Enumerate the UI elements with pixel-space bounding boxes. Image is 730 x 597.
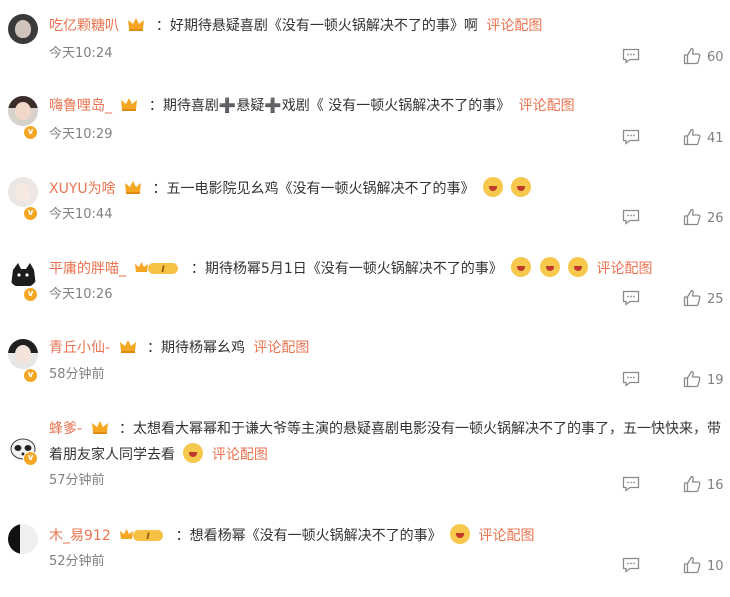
comment-icon[interactable] — [622, 48, 640, 64]
comment-image-link[interactable]: 评论配图 — [597, 261, 653, 277]
emoji-icon — [511, 177, 532, 197]
comment-image-link[interactable]: 评论配图 — [486, 18, 542, 34]
emoji-icon — [183, 443, 204, 463]
comment-time: 今天10:26 — [49, 287, 113, 302]
emoji-icon — [450, 524, 471, 544]
like-count: 26 — [707, 211, 724, 226]
comment-text: ：期待杨幂5月1日《没有一顿火锅解决不了的事》 — [190, 261, 503, 277]
comment-time: 58分钟前 — [49, 367, 105, 382]
comment-image-link[interactable]: 评论配图 — [519, 98, 575, 114]
like-count: 19 — [707, 373, 724, 388]
comment-image-link[interactable]: 评论配图 — [479, 528, 535, 544]
comment-line: 吃亿颗糖叭 ：好期待悬疑喜剧《没有一顿火锅解决不了的事》啊 评论配图 — [49, 16, 730, 37]
comment-line: 平庸的胖喵_ I ：期待杨幂5月1日《没有一顿火锅解决不了的事》 评论配图 — [49, 257, 730, 280]
comment-text: ：期待杨幂幺鸡 — [146, 340, 245, 356]
thumbs-up-icon[interactable] — [683, 370, 701, 388]
crown-icon — [91, 421, 108, 434]
comment-text: ：想看杨幂《没有一顿火锅解决不了的事》 — [175, 528, 442, 544]
like-count: 10 — [707, 559, 724, 574]
verified-badge-icon: v — [23, 451, 38, 466]
comment-time: 今天10:24 — [49, 46, 113, 61]
username-link[interactable]: XUYU为啥 — [49, 181, 116, 197]
like-count: 25 — [707, 292, 724, 307]
crown-icon — [125, 181, 142, 194]
comment-time: 52分钟前 — [49, 554, 105, 569]
comment-text: ：太想看大幂幂和于谦大爷等主演的悬疑喜剧电影没有一顿火锅解决不了的事了，五一快快… — [49, 421, 721, 463]
username-link[interactable]: 蜂爹- — [49, 421, 82, 437]
comment-time: 今天10:29 — [49, 127, 113, 142]
comment-line: 青丘小仙- ：期待杨幂幺鸡 评论配图 — [49, 338, 730, 359]
emoji-icon — [568, 257, 589, 277]
comment-text: ：五一电影院见幺鸡《没有一顿火锅解决不了的事》 — [152, 181, 475, 197]
avatar[interactable] — [8, 177, 38, 207]
comment-image-link[interactable]: 评论配图 — [253, 340, 309, 356]
emoji-icon — [539, 257, 560, 277]
avatar[interactable] — [8, 96, 38, 126]
avatar[interactable] — [8, 524, 38, 554]
verified-badge-icon: v — [23, 206, 38, 221]
crown-icon — [119, 340, 136, 353]
comment-image-link[interactable]: 评论配图 — [212, 447, 268, 463]
comment-line: XUYU为啥 ：五一电影院见幺鸡《没有一顿火锅解决不了的事》 — [49, 177, 730, 200]
comment-time: 57分钟前 — [49, 473, 105, 488]
avatar[interactable] — [8, 14, 38, 44]
comment-line: 木_易912 I ：想看杨幂《没有一顿火锅解决不了的事》 评论配图 — [49, 524, 730, 547]
thumbs-up-icon[interactable] — [683, 128, 701, 146]
comment-icon[interactable] — [622, 290, 640, 306]
username-link[interactable]: 青丘小仙- — [49, 340, 110, 356]
comment-line: 嗨鲁哩岛_ ：期待喜剧➕悬疑➕戏剧《 没有一顿火锅解决不了的事》 评论配图 — [49, 96, 730, 117]
comment-time: 今天10:44 — [49, 207, 113, 222]
thumbs-up-icon[interactable] — [683, 475, 701, 493]
comment-text: ：期待喜剧➕悬疑➕戏剧《 没有一顿火锅解决不了的事》 — [148, 98, 511, 114]
comment-icon[interactable] — [622, 557, 640, 573]
verified-badge-icon: v — [23, 125, 38, 140]
emoji-icon — [511, 257, 532, 277]
avatar[interactable] — [8, 339, 38, 369]
username-link[interactable]: 木_易912 — [49, 528, 111, 544]
like-count: 60 — [707, 50, 724, 65]
comment-icon[interactable] — [622, 209, 640, 225]
username-link[interactable]: 吃亿颗糖叭 — [49, 18, 119, 34]
verified-badge-icon: v — [23, 368, 38, 383]
verified-badge-icon: v — [23, 287, 38, 302]
comment-text: ：好期待悬疑喜剧《没有一顿火锅解决不了的事》啊 — [155, 18, 478, 34]
username-link[interactable]: 嗨鲁哩岛_ — [49, 98, 112, 114]
username-link[interactable]: 平庸的胖喵_ — [49, 261, 126, 277]
thumbs-up-icon[interactable] — [683, 289, 701, 307]
comment-icon[interactable] — [622, 129, 640, 145]
thumbs-up-icon[interactable] — [683, 556, 701, 574]
like-count: 16 — [707, 478, 724, 493]
emoji-icon — [483, 177, 503, 197]
crown-icon — [128, 18, 145, 31]
avatar[interactable] — [8, 258, 38, 288]
like-count: 41 — [707, 131, 724, 146]
thumbs-up-icon[interactable] — [683, 208, 701, 226]
comment-icon[interactable] — [622, 476, 640, 492]
thumbs-up-icon[interactable] — [683, 47, 701, 65]
comment-line: 蜂爹- ：太想看大幂幂和于谦大爷等主演的悬疑喜剧电影没有一顿火锅解决不了的事了，… — [49, 416, 722, 468]
vip-level-badge: I — [135, 262, 179, 275]
vip-level-badge: I — [120, 529, 164, 542]
crown-icon — [121, 98, 138, 111]
comment-icon[interactable] — [622, 371, 640, 387]
